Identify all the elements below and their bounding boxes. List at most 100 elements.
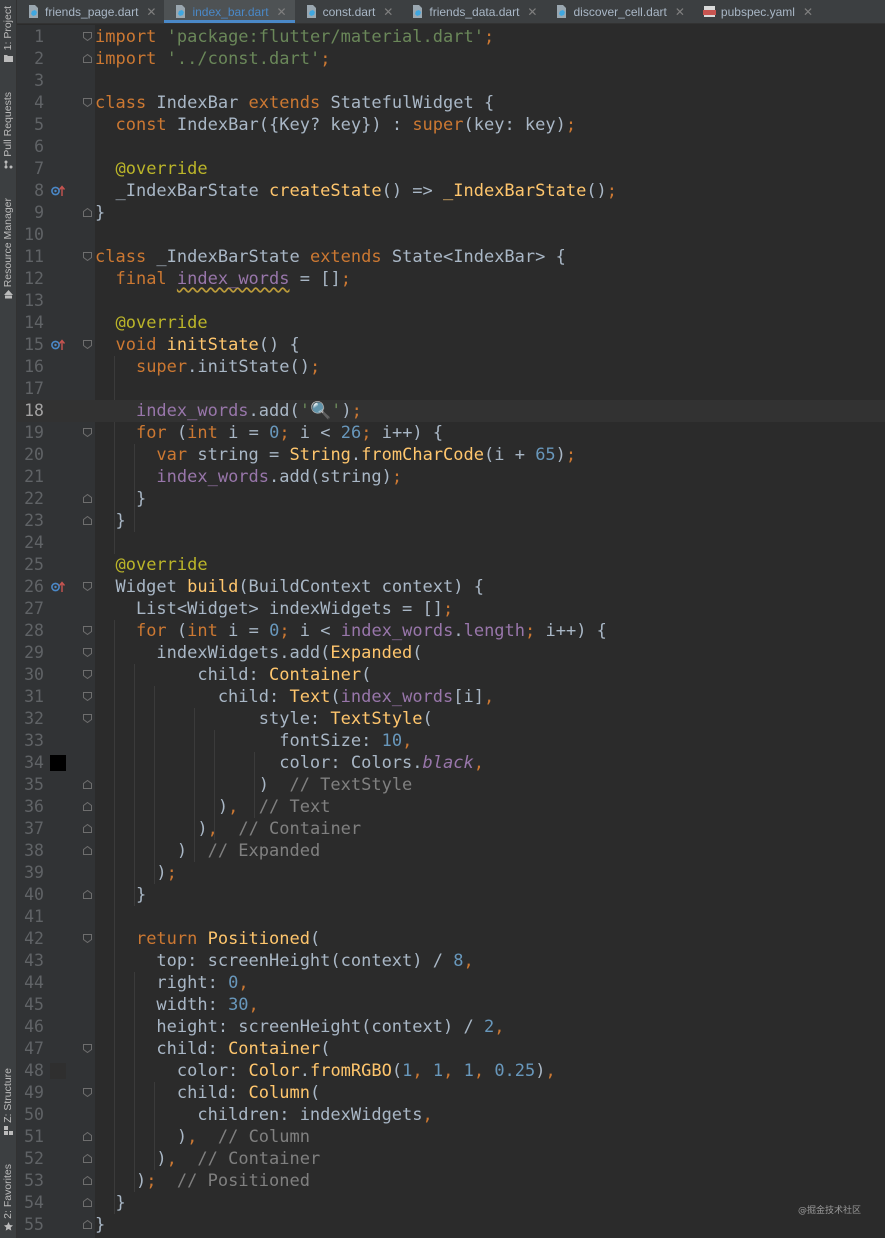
line-number[interactable]: 2 [17, 48, 44, 70]
line-number[interactable]: 25 [17, 554, 44, 576]
fold-end-icon[interactable] [83, 516, 92, 525]
code-line[interactable]: 18 index_words.add('🔍'); [17, 400, 885, 422]
line-number[interactable]: 54 [17, 1192, 44, 1214]
code-line[interactable]: 45 width: 30, [17, 994, 885, 1016]
code-line[interactable]: 24 [17, 532, 885, 554]
code-line[interactable]: 55} [17, 1214, 885, 1236]
line-number[interactable]: 26 [17, 576, 44, 598]
line-number[interactable]: 52 [17, 1148, 44, 1170]
line-number[interactable]: 49 [17, 1082, 44, 1104]
fold-end-icon[interactable] [83, 494, 92, 503]
code-line[interactable]: 17 [17, 378, 885, 400]
line-number[interactable]: 51 [17, 1126, 44, 1148]
code-line[interactable]: 2 import '../const.dart'; [17, 48, 885, 70]
fold-end-icon[interactable] [83, 1198, 92, 1207]
line-number[interactable]: 33 [17, 730, 44, 752]
fold-end-icon[interactable] [83, 846, 92, 855]
line-number[interactable]: 34 [17, 752, 44, 774]
line-number[interactable]: 46 [17, 1016, 44, 1038]
fold-start-icon[interactable] [83, 670, 92, 679]
code-line[interactable]: 30 child: Container( [17, 664, 885, 686]
line-number[interactable]: 17 [17, 378, 44, 400]
code-line[interactable]: 46 height: screenHeight(context) / 2, [17, 1016, 885, 1038]
code-line[interactable]: 20 var string = String.fromCharCode(i + … [17, 444, 885, 466]
code-line[interactable]: 44 right: 0, [17, 972, 885, 994]
code-line[interactable]: 41 [17, 906, 885, 928]
line-number[interactable]: 31 [17, 686, 44, 708]
code-line[interactable]: 42 return Positioned( [17, 928, 885, 950]
fold-end-icon[interactable] [83, 780, 92, 789]
line-number[interactable]: 19 [17, 422, 44, 444]
line-number[interactable]: 20 [17, 444, 44, 466]
code-line[interactable]: 38 ) // Expanded [17, 840, 885, 862]
code-line[interactable]: 26 Widget build(BuildContext context) { [17, 576, 885, 598]
code-line[interactable]: 13 [17, 290, 885, 312]
tool-pull-requests[interactable]: Pull Requests [0, 92, 17, 169]
line-number[interactable]: 28 [17, 620, 44, 642]
close-icon[interactable]: ✕ [146, 5, 156, 19]
close-icon[interactable]: ✕ [277, 5, 287, 19]
line-number[interactable]: 29 [17, 642, 44, 664]
code-line[interactable]: 36 ), // Text [17, 796, 885, 818]
line-number[interactable]: 7 [17, 158, 44, 180]
line-number[interactable]: 18 [17, 400, 44, 422]
code-line[interactable]: 21 index_words.add(string); [17, 466, 885, 488]
line-number[interactable]: 40 [17, 884, 44, 906]
line-number[interactable]: 23 [17, 510, 44, 532]
fold-end-icon[interactable] [83, 890, 92, 899]
line-number[interactable]: 38 [17, 840, 44, 862]
tool-favorites[interactable]: 2: Favorites [0, 1164, 17, 1231]
code-line[interactable]: 29 indexWidgets.add(Expanded( [17, 642, 885, 664]
code-line[interactable]: 27 List<Widget> indexWidgets = []; [17, 598, 885, 620]
line-number[interactable]: 45 [17, 994, 44, 1016]
line-number[interactable]: 44 [17, 972, 44, 994]
code-line[interactable]: 39 ); [17, 862, 885, 884]
fold-start-icon[interactable] [83, 626, 92, 635]
code-line[interactable]: 12 final index_words = []; [17, 268, 885, 290]
line-number[interactable]: 9 [17, 202, 44, 224]
code-line[interactable]: 6 [17, 136, 885, 158]
fold-end-icon[interactable] [83, 824, 92, 833]
code-line[interactable]: 43 top: screenHeight(context) / 8, [17, 950, 885, 972]
line-number[interactable]: 47 [17, 1038, 44, 1060]
line-number[interactable]: 24 [17, 532, 44, 554]
line-number[interactable]: 11 [17, 246, 44, 268]
color-swatch-icon[interactable] [50, 755, 66, 771]
code-line[interactable]: 54 } [17, 1192, 885, 1214]
code-line[interactable]: 9} [17, 202, 885, 224]
code-line[interactable]: 25 @override [17, 554, 885, 576]
code-line[interactable]: 11 class _IndexBarState extends State<Ind… [17, 246, 885, 268]
line-number[interactable]: 6 [17, 136, 44, 158]
code-line[interactable]: 31 child: Text(index_words[i], [17, 686, 885, 708]
editor-tab[interactable]: discover_cell.dart ✕ [545, 0, 692, 23]
line-number[interactable]: 39 [17, 862, 44, 884]
line-number[interactable]: 21 [17, 466, 44, 488]
code-line[interactable]: 15 void initState() { [17, 334, 885, 356]
line-number[interactable]: 36 [17, 796, 44, 818]
line-number[interactable]: 14 [17, 312, 44, 334]
fold-start-icon[interactable] [83, 32, 92, 41]
fold-start-icon[interactable] [83, 934, 92, 943]
line-number[interactable]: 27 [17, 598, 44, 620]
code-line[interactable]: 52 ), // Container [17, 1148, 885, 1170]
code-line[interactable]: 23 } [17, 510, 885, 532]
fold-end-icon[interactable] [83, 208, 92, 217]
fold-start-icon[interactable] [83, 1044, 92, 1053]
close-icon[interactable]: ✕ [803, 5, 813, 19]
code-line[interactable]: 50 children: indexWidgets, [17, 1104, 885, 1126]
line-number[interactable]: 1 [17, 26, 44, 48]
fold-end-icon[interactable] [83, 54, 92, 63]
line-number[interactable]: 35 [17, 774, 44, 796]
fold-end-icon[interactable] [83, 1132, 92, 1141]
code-line[interactable]: 35 ) // TextStyle [17, 774, 885, 796]
code-line[interactable]: 8 _IndexBarState createState() => _Index… [17, 180, 885, 202]
line-number[interactable]: 53 [17, 1170, 44, 1192]
line-number[interactable]: 43 [17, 950, 44, 972]
line-number[interactable]: 10 [17, 224, 44, 246]
code-line[interactable]: 19 for (int i = 0; i < 26; i++) { [17, 422, 885, 444]
override-method-icon[interactable] [50, 185, 66, 197]
line-number[interactable]: 12 [17, 268, 44, 290]
code-line[interactable]: 47 child: Container( [17, 1038, 885, 1060]
line-number[interactable]: 32 [17, 708, 44, 730]
code-line[interactable]: 49 child: Column( [17, 1082, 885, 1104]
